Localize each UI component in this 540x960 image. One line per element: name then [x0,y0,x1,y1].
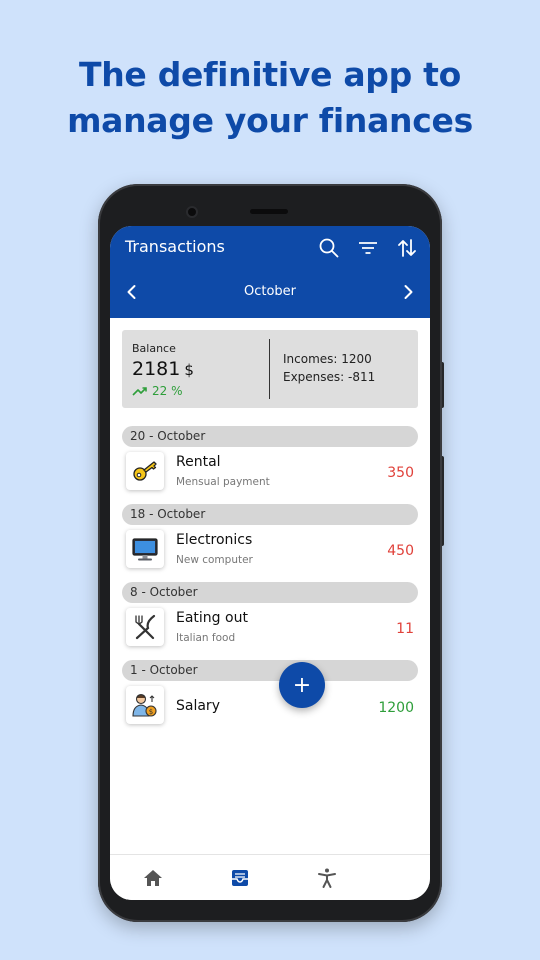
filter-icon[interactable] [356,236,380,260]
chevron-right-icon[interactable] [398,282,418,302]
transaction-name: Electronics [176,532,253,548]
transaction-amount: 350 [387,465,414,481]
phone-frame: Transactions October Balance 2181 $ 22 %… [98,184,442,922]
speaker-grille [250,209,288,214]
balance-card: Balance 2181 $ 22 % Incomes: 1200 Expense… [122,330,418,408]
balance-currency: $ [184,361,194,379]
balance-amount: 2181 [132,358,181,380]
headline: The definitive app to manage your financ… [0,52,540,144]
key-icon [126,452,164,490]
bottom-nav [110,854,430,900]
trending-up-icon [132,387,147,396]
list-item[interactable]: $ Salary 1200 [122,682,418,732]
headline-line-1: The definitive app to [79,55,461,94]
transaction-amount: 11 [396,621,414,637]
list-item[interactable]: Electronics New computer 450 [122,526,418,576]
computer-icon [126,530,164,568]
headline-line-2: manage your finances [67,101,473,140]
date-header: 8 - October [122,582,418,603]
date-header: 18 - October [122,504,418,525]
transaction-name: Salary [176,698,220,714]
transaction-name: Eating out [176,610,248,626]
month-label: October [243,284,297,299]
transaction-name: Rental [176,454,221,470]
camera-icon [186,206,198,218]
balance-value: 2181 $ [132,358,194,380]
date-header: 20 - October [122,426,418,447]
transaction-description: Italian food [176,632,236,644]
date-header: 1 - October [122,660,418,681]
inbox-icon[interactable] [229,867,251,889]
balance-label: Balance [132,342,176,355]
svg-text:$: $ [149,708,153,716]
search-icon[interactable] [317,236,341,260]
balance-trend-value: 22 % [152,384,183,398]
accessibility-icon[interactable] [316,867,338,889]
transaction-amount: 1200 [378,700,414,716]
app-screen: Transactions October Balance 2181 $ 22 %… [110,226,430,900]
expenses-total: Expenses: -811 [283,370,376,384]
app-bar: Transactions October [110,226,430,318]
page-title: Transactions [125,237,225,256]
add-transaction-button[interactable]: + [279,662,325,708]
transaction-amount: 450 [387,543,414,559]
balance-divider [269,339,270,399]
salary-icon: $ [126,686,164,724]
list-item[interactable]: Eating out Italian food 11 [122,604,418,654]
sort-icon[interactable] [395,236,419,260]
balance-trend: 22 % [132,384,183,398]
incomes-total: Incomes: 1200 [283,352,372,366]
list-item[interactable]: Rental Mensual payment 350 [122,448,418,498]
transaction-description: Mensual payment [176,476,270,488]
transaction-description: New computer [176,554,253,566]
home-icon[interactable] [142,867,164,889]
cutlery-icon [126,608,164,646]
